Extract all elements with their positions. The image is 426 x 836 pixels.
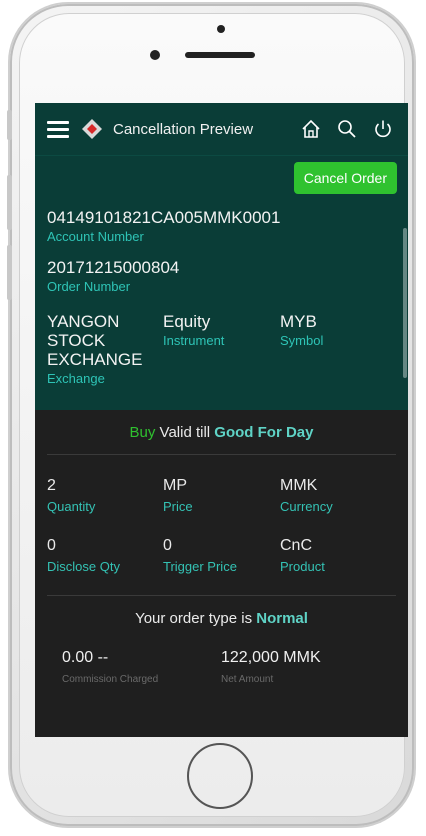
volume-down-button [7, 245, 12, 300]
order-side: Buy [129, 424, 156, 441]
exchange-value-line-1: YANGON [47, 312, 120, 331]
order-number-field: 20171215000804 Order Number [47, 258, 179, 295]
top-bar: Cancellation Preview [35, 103, 408, 156]
net-amount-label: Net Amount [221, 674, 274, 685]
order-type-prefix: Your order type is [135, 610, 253, 627]
exchange-value-line-2: STOCK [47, 331, 106, 350]
front-camera [150, 50, 160, 60]
scrollbar[interactable] [403, 228, 407, 378]
symbol-field: MYB Symbol [280, 312, 323, 349]
quantity-field: 2 Quantity [47, 476, 95, 515]
home-hardware-button[interactable] [187, 743, 253, 809]
symbol-value: MYB [280, 312, 317, 331]
exchange-value-line-3: EXCHANGE [47, 350, 143, 369]
cancel-order-button[interactable]: Cancel Order [293, 162, 397, 194]
search-icon[interactable] [336, 118, 358, 140]
instrument-field: Equity Instrument [163, 312, 224, 349]
account-number-value: 04149101821CA005MMK0001 [47, 208, 281, 227]
disclose-qty-field: 0 Disclose Qty [47, 536, 120, 575]
earpiece-speaker [185, 52, 255, 58]
power-icon[interactable] [372, 118, 394, 140]
price-label: Price [163, 499, 193, 514]
product-field: CnC Product [280, 536, 325, 575]
mute-switch [7, 110, 12, 140]
exchange-label: Exchange [47, 371, 105, 386]
order-type-value: Normal [256, 610, 308, 627]
product-value: CnC [280, 537, 313, 554]
net-amount-field: 122,000 MMK Net Amount [221, 648, 321, 688]
symbol-label: Symbol [280, 333, 324, 348]
validity-period: Good For Day [214, 424, 314, 441]
commission-value: 0.00 -- [62, 649, 109, 666]
trigger-price-value: 0 [163, 537, 172, 554]
instrument-label: Instrument [163, 333, 225, 348]
validity-text: Valid till [159, 424, 211, 441]
order-type-line: Your order type is Normal [35, 610, 408, 627]
order-summary-panel: Buy Valid till Good For Day 2 Quantity M… [35, 410, 408, 737]
net-amount-value: 122,000 MMK [221, 649, 321, 666]
commission-field: 0.00 -- Commission Charged [62, 648, 158, 688]
price-value: MP [163, 477, 187, 494]
app-logo-icon [82, 119, 102, 139]
order-number-label: Order Number [47, 279, 131, 294]
currency-field: MMK Currency [280, 476, 333, 515]
currency-value: MMK [280, 477, 318, 494]
commission-label: Commission Charged [62, 674, 159, 685]
disclose-qty-value: 0 [47, 537, 56, 554]
instrument-value: Equity [163, 312, 211, 331]
order-details-panel: Cancel Order 04149101821CA005MMK0001 Acc… [35, 156, 408, 410]
volume-up-button [7, 175, 12, 230]
account-number-field: 04149101821CA005MMK0001 Account Number [47, 208, 280, 245]
product-label: Product [280, 559, 325, 574]
exchange-field: YANGON STOCK EXCHANGE Exchange [47, 312, 142, 387]
front-sensor [217, 25, 225, 33]
account-number-label: Account Number [47, 229, 144, 244]
divider [47, 595, 396, 596]
price-field: MP Price [163, 476, 193, 515]
page-title: Cancellation Preview [113, 120, 254, 138]
currency-label: Currency [280, 499, 333, 514]
divider [47, 454, 396, 455]
order-number-value: 20171215000804 [47, 258, 180, 277]
disclose-qty-label: Disclose Qty [47, 559, 120, 574]
quantity-label: Quantity [47, 499, 96, 514]
trigger-price-label: Trigger Price [163, 559, 237, 574]
quantity-value: 2 [47, 477, 56, 494]
validity-line: Buy Valid till Good For Day [35, 424, 408, 441]
home-icon[interactable] [300, 118, 322, 140]
trigger-price-field: 0 Trigger Price [163, 536, 237, 575]
app-screen: Cancellation Preview Cancel Order 041491… [35, 103, 408, 737]
menu-icon[interactable] [47, 120, 69, 138]
